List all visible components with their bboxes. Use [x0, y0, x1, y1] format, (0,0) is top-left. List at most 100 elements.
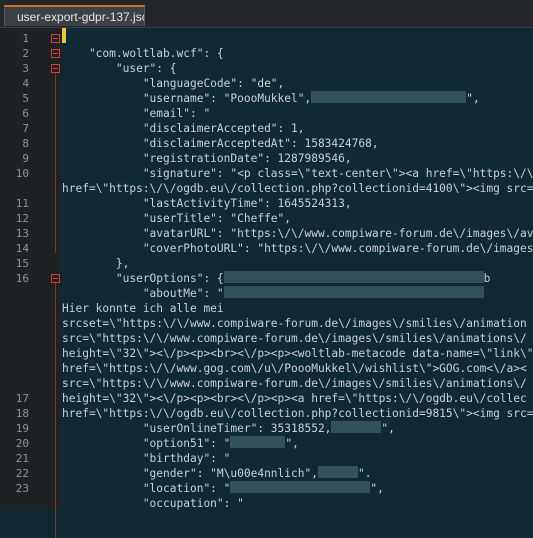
line-number: 20: [15, 437, 29, 450]
line-number: 6: [22, 107, 29, 120]
code-text: "option51": ": [62, 437, 231, 450]
code-text: src=\"https:\/\/www.compiware-forum.de\/…: [62, 332, 527, 345]
code-text-suffix: ",: [381, 422, 395, 435]
line-number: 22: [15, 467, 29, 480]
redacted-value: [223, 271, 484, 283]
line-number: 7: [22, 122, 29, 135]
code-text: "userTitle": "Cheffe",: [62, 212, 292, 225]
code-text: href=\"https:\/\/ogdb.eu\/collection.php…: [62, 182, 533, 195]
line-number: 10: [15, 167, 29, 180]
line-number: 19: [15, 422, 29, 435]
line-number: 2: [22, 47, 29, 60]
code-line: "email": ": [62, 106, 210, 121]
code-line: "coverPhotoURL": "https:\/\/www.compiwar…: [62, 241, 533, 256]
code-line: height=\"32\"><\/p><p><br><\/p><p><a hre…: [62, 391, 527, 406]
code-text: href=\"https:\/\/ogdb.eu\/collection.php…: [62, 407, 533, 420]
code-editor[interactable]: "com.woltlab.wcf": { "user": { "language…: [62, 28, 533, 510]
redacted-value: [230, 481, 371, 493]
line-number: 18: [15, 407, 29, 420]
code-text: srcset=\"https:\/\/www.compiware-forum.d…: [62, 317, 527, 330]
code-text: "userOnlineTimer": 35318552,: [62, 422, 332, 435]
redacted-value: [331, 421, 382, 433]
code-text: "gender": "M\u00e4nnlich",: [62, 467, 318, 480]
code-line: "userOnlineTimer": 35318552, ",: [62, 421, 395, 436]
code-text: "signature": "<p class=\"text-center\"><…: [62, 167, 533, 180]
line-number: 1: [22, 32, 29, 45]
code-line: srcset=\"https:\/\/www.compiware-forum.d…: [62, 316, 527, 331]
code-line: "signature": "<p class=\"text-center\"><…: [62, 166, 533, 181]
line-number: 14: [15, 242, 29, 255]
code-line: "disclaimerAcceptedAt": 1583424768,: [62, 136, 379, 151]
code-text: "disclaimerAcceptedAt": 1583424768,: [62, 137, 379, 150]
code-line: "birthday": ": [62, 451, 231, 466]
line-number: 13: [15, 227, 29, 240]
code-text: "coverPhotoURL": "https:\/\/www.compiwar…: [62, 242, 533, 255]
code-text: "birthday": ": [62, 452, 231, 465]
code-text: "location": ": [62, 482, 231, 495]
line-number: 17: [15, 392, 29, 405]
code-line: "languageCode": "de",: [62, 76, 284, 91]
code-line: src=\"https:\/\/www.compiware-forum.de\/…: [62, 331, 527, 346]
code-text-suffix: ".: [357, 467, 372, 480]
code-line: "gender": "M\u00e4nnlich", ".: [62, 466, 371, 481]
line-number: 21: [15, 452, 29, 465]
code-line: height=\"32\"><\/p><p><br><\/p><p><woltl…: [62, 346, 533, 361]
code-line: "occupation": ": [62, 496, 244, 510]
line-number: 15: [15, 257, 29, 270]
code-line: },: [62, 256, 129, 271]
redacted-value: [230, 436, 286, 448]
line-number: 4: [22, 77, 29, 90]
redacted-value: [311, 91, 467, 103]
code-line: href=\"https:\/\/ogdb.eu\/collection.php…: [62, 406, 533, 421]
line-number: 12: [15, 212, 29, 225]
code-text-suffix: b: [483, 272, 491, 285]
file-tab[interactable]: user-export-gdpr-137.json: [4, 5, 145, 26]
code-text-suffix: ",: [370, 482, 384, 495]
line-number-gutter: 1 2 3 4 5 6 7 8 9 10 11 12 13 14 15 16 17 18 19 20 21 22 23: [0, 28, 62, 538]
code-text: "avatarURL": "https:\/\/www.compiware-fo…: [62, 227, 533, 240]
code-line: src=\"https:\/\/www.compiware-forum.de\/…: [62, 376, 527, 391]
code-text: "aboutMe": ": [62, 287, 224, 300]
line-number: 11: [15, 197, 29, 210]
code-line: "option51": " ",: [62, 436, 299, 451]
code-text: "occupation": ": [62, 497, 244, 510]
code-text: height=\"32\"><\/p><p><br><\/p><p><a hre…: [62, 392, 527, 405]
fold-collapse-icon[interactable]: [51, 64, 60, 73]
code-line: "aboutMe": ": [62, 286, 484, 301]
tab-bar: user-export-gdpr-137.json: [0, 0, 533, 28]
line-number: 8: [22, 137, 29, 150]
code-line: "registrationDate": 1287989546,: [62, 151, 352, 166]
code-line: "location": " ",: [62, 481, 384, 496]
fold-guide: [55, 283, 56, 538]
code-text: "userOptions": {: [62, 272, 224, 285]
code-line: "username": "PoooMukkel", ",: [62, 91, 480, 106]
code-text: src=\"https:\/\/www.compiware-forum.de\/…: [62, 377, 527, 390]
code-text-suffix: ",: [285, 437, 299, 450]
code-text: href=\"https:\/\/www.gog.com\/u\/PoooMuk…: [62, 362, 527, 375]
code-text: "username": "PoooMukkel",: [62, 92, 312, 105]
fold-collapse-icon[interactable]: [51, 34, 60, 43]
line-number: 3: [22, 62, 29, 75]
fold-collapse-icon[interactable]: [51, 49, 60, 58]
code-text: "email": ": [62, 107, 211, 120]
code-line: Hier konnte ich alle mei: [62, 301, 224, 316]
code-line: "userTitle": "Cheffe",: [62, 211, 291, 226]
line-number: 5: [22, 92, 29, 105]
code-text: "disclaimerAccepted": 1,: [62, 122, 305, 135]
code-line: "avatarURL": "https:\/\/www.compiware-fo…: [62, 226, 533, 241]
code-line: "user": {: [62, 61, 177, 76]
redacted-value: [223, 286, 484, 298]
code-line: href=\"https:\/\/ogdb.eu\/collection.php…: [62, 181, 533, 196]
text-caret: [62, 28, 66, 43]
code-line: href=\"https:\/\/www.gog.com\/u\/PoooMuk…: [62, 361, 527, 376]
line-number: 9: [22, 152, 29, 165]
code-text: "com.woltlab.wcf": {: [62, 47, 224, 60]
code-line: "disclaimerAccepted": 1,: [62, 121, 305, 136]
code-line: "com.woltlab.wcf": {: [62, 46, 224, 61]
code-line: "lastActivityTime": 1645524313,: [62, 196, 352, 211]
code-text: "languageCode": "de",: [62, 77, 285, 90]
code-text: "registrationDate": 1287989546,: [62, 152, 352, 165]
line-number: 16: [15, 272, 29, 285]
code-text: },: [62, 257, 130, 270]
fold-collapse-icon[interactable]: [51, 274, 60, 283]
